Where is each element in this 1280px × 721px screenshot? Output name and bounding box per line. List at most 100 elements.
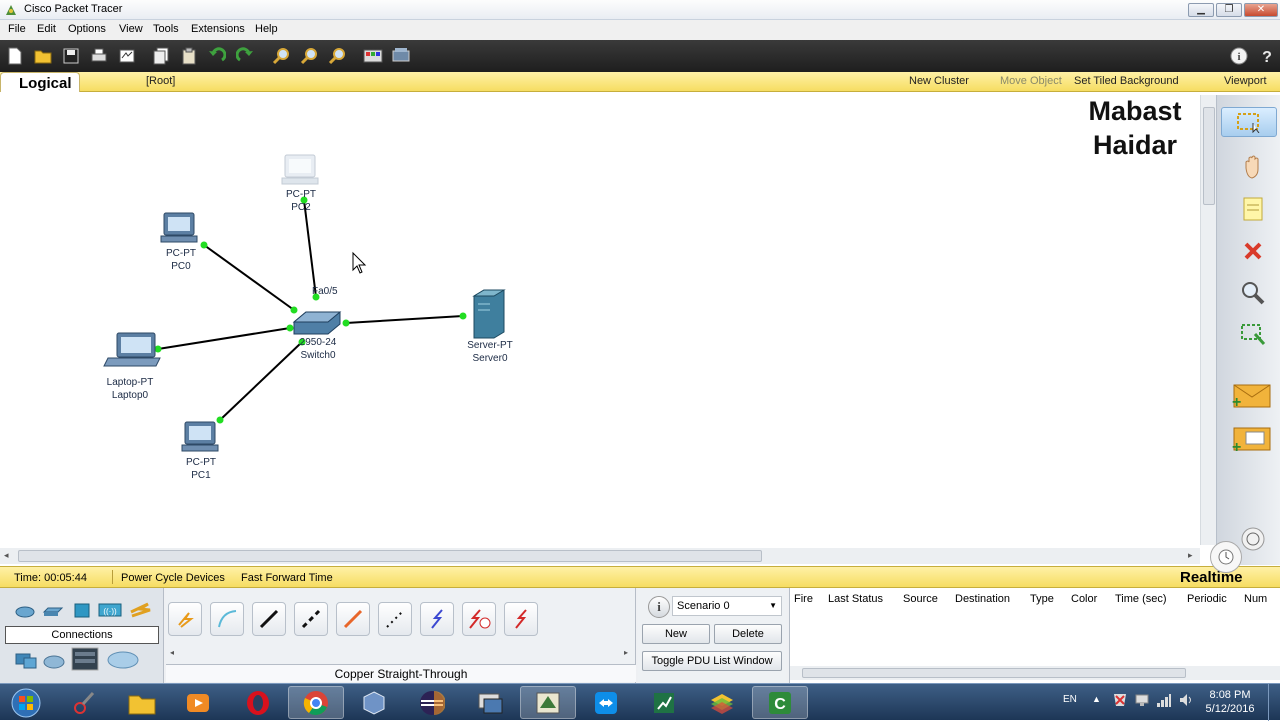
windows-start-icon[interactable] — [0, 686, 52, 719]
pdu-col-time[interactable]: Time (sec) — [1115, 593, 1167, 605]
pc2-icon[interactable] — [281, 154, 319, 185]
scroll-right-icon[interactable]: ▸ — [1188, 550, 1193, 561]
vertical-scroll-thumb[interactable] — [1203, 107, 1215, 205]
opera-icon[interactable] — [230, 686, 286, 719]
new-cluster-button[interactable]: New Cluster — [909, 75, 969, 87]
pdu-col-type[interactable]: Type — [1030, 593, 1054, 605]
zoom-out-icon[interactable] — [326, 45, 348, 67]
serial-dce-icon[interactable] — [462, 602, 496, 636]
power-cycle-icon[interactable] — [1237, 523, 1269, 555]
pc1-icon[interactable] — [181, 421, 219, 452]
set-tiled-background-button[interactable]: Set Tiled Background — [1074, 75, 1179, 87]
connections-category-icon[interactable] — [128, 600, 151, 618]
routers-category-icon[interactable] — [14, 602, 36, 618]
cable-scroll-left-icon[interactable]: ◂ — [170, 648, 174, 657]
viewport-button[interactable]: Viewport — [1224, 75, 1267, 87]
automatic-connection-icon[interactable] — [168, 602, 202, 636]
phone-cable-icon[interactable] — [378, 602, 412, 636]
print-icon[interactable] — [88, 45, 110, 67]
camtasia-icon[interactable]: C — [752, 686, 808, 719]
realtime-clock-icon[interactable] — [1210, 541, 1242, 573]
action-center-icon[interactable] — [1112, 692, 1128, 708]
pdu-col-last-status[interactable]: Last Status — [828, 593, 883, 605]
volume-tray-icon[interactable] — [1178, 692, 1194, 708]
console-cable-icon[interactable] — [210, 602, 244, 636]
wireless-category-icon[interactable]: ((·)) — [98, 602, 122, 618]
vertical-scrollbar[interactable] — [1200, 95, 1216, 545]
new-icon[interactable] — [4, 45, 26, 67]
pdu-col-periodic[interactable]: Periodic — [1187, 593, 1227, 605]
link-switch0-server0[interactable] — [345, 315, 464, 324]
palette-icon[interactable] — [362, 45, 384, 67]
snipping-tool-icon[interactable] — [56, 686, 112, 719]
close-button[interactable]: ✕ — [1244, 3, 1278, 17]
pdu-col-color[interactable]: Color — [1071, 593, 1097, 605]
network-tray-icon[interactable] — [1134, 692, 1150, 708]
minimize-button[interactable]: ▁ — [1188, 3, 1214, 17]
activity-wizard-icon[interactable] — [116, 45, 138, 67]
wan-emulation-category-icon[interactable] — [42, 652, 65, 669]
file-explorer-icon[interactable] — [114, 686, 170, 719]
chrome-icon[interactable] — [288, 686, 344, 719]
eclipse-icon[interactable] — [404, 686, 460, 719]
redo-icon[interactable] — [234, 45, 256, 67]
open-icon[interactable] — [32, 45, 54, 67]
note-icon[interactable] — [1237, 193, 1269, 225]
scroll-left-icon[interactable]: ◂ — [4, 550, 9, 561]
link-laptop0-switch0[interactable] — [157, 327, 291, 350]
coaxial-cable-icon[interactable] — [420, 602, 454, 636]
fast-forward-time-button[interactable]: Fast Forward Time — [241, 572, 333, 584]
inspect-icon[interactable] — [1237, 277, 1269, 309]
menu-edit[interactable]: Edit — [33, 23, 60, 35]
menu-help[interactable]: Help — [251, 23, 282, 35]
menu-extensions[interactable]: Extensions — [187, 23, 249, 35]
copy-icon[interactable] — [150, 45, 172, 67]
switches-category-icon[interactable] — [42, 602, 64, 618]
root-breadcrumb[interactable]: [Root] — [146, 75, 175, 87]
laptop0-icon[interactable] — [103, 332, 161, 367]
info-icon[interactable]: i — [1228, 45, 1250, 67]
pdu-col-destination[interactable]: Destination — [955, 593, 1010, 605]
end-devices-category-icon[interactable] — [14, 652, 37, 669]
add-complex-pdu-icon[interactable]: + — [1223, 423, 1275, 455]
taskbar-clock[interactable]: 8:08 PM 5/12/2016 — [1200, 688, 1260, 716]
copper-straight-through-icon[interactable] — [252, 602, 286, 636]
add-simple-pdu-icon[interactable]: + — [1223, 379, 1275, 411]
power-cycle-devices-button[interactable]: Power Cycle Devices — [121, 572, 225, 584]
fiber-cable-icon[interactable] — [336, 602, 370, 636]
multiuser-category-icon[interactable] — [106, 650, 140, 670]
show-desktop-button[interactable] — [1268, 684, 1280, 721]
signal-tray-icon[interactable] — [1156, 692, 1172, 708]
horizontal-scrollbar[interactable]: ◂ ▸ — [0, 548, 1200, 564]
horizontal-scroll-thumb[interactable] — [18, 550, 762, 562]
menu-view[interactable]: View — [115, 23, 147, 35]
move-hand-icon[interactable] — [1237, 151, 1269, 183]
delete-scenario-button[interactable]: Delete — [714, 624, 782, 644]
scenario-info-icon[interactable]: i — [648, 596, 670, 618]
zoom-in-icon[interactable] — [270, 45, 292, 67]
bluestacks-icon[interactable] — [694, 686, 750, 719]
help-icon[interactable]: ? — [1256, 45, 1278, 67]
teamviewer-icon[interactable] — [578, 686, 634, 719]
resize-icon[interactable] — [1237, 319, 1269, 351]
custom-devices-category-icon[interactable] — [70, 646, 100, 672]
maximize-button[interactable]: ❐ — [1216, 3, 1242, 17]
excel-icon[interactable] — [636, 686, 692, 719]
serial-dte-icon[interactable] — [504, 602, 538, 636]
delete-icon[interactable] — [1237, 235, 1269, 267]
new-scenario-button[interactable]: New — [642, 624, 710, 644]
media-player-icon[interactable] — [170, 686, 226, 719]
move-object-button[interactable]: Move Object — [1000, 75, 1062, 87]
zoom-reset-icon[interactable] — [298, 45, 320, 67]
link-pc0-switch0[interactable] — [203, 244, 295, 311]
menu-options[interactable]: Options — [64, 23, 110, 35]
pdu-scroll-thumb[interactable] — [802, 668, 1186, 678]
cable-scroll-right-icon[interactable]: ▸ — [624, 648, 628, 657]
select-icon[interactable] — [1221, 107, 1277, 137]
logical-workspace[interactable]: PC-PT PC2 PC-PT PC0 2950-24 Switch0 Server-… — [0, 92, 1200, 548]
menu-tools[interactable]: Tools — [149, 23, 183, 35]
hubs-category-icon[interactable] — [72, 602, 94, 618]
pdu-col-num[interactable]: Num — [1244, 593, 1267, 605]
virtualbox-icon[interactable] — [346, 686, 402, 719]
server0-icon[interactable] — [472, 289, 506, 339]
